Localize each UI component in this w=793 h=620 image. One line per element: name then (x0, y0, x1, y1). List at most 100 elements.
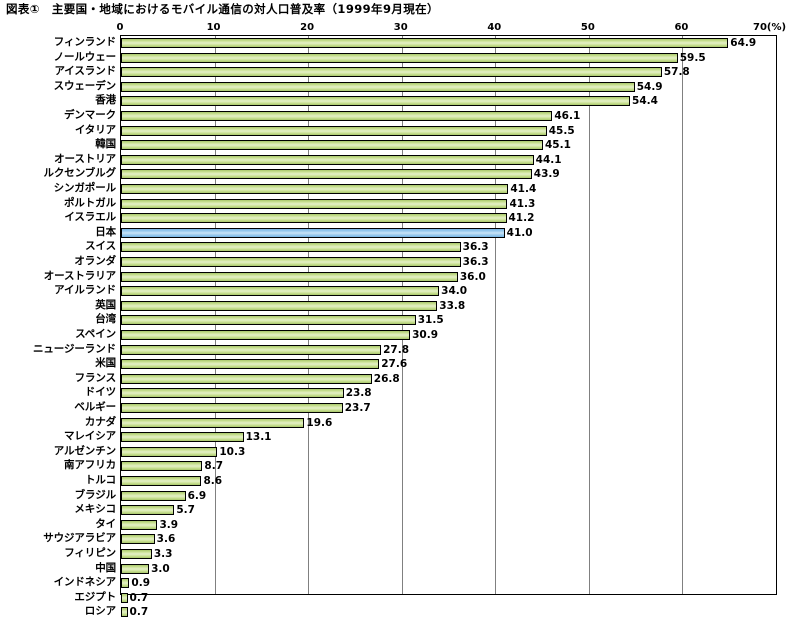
category-label: タイ (95, 517, 116, 530)
bar-row: 6.9 (121, 489, 776, 504)
category-label: スペイン (75, 328, 116, 340)
category-label: ロシア (84, 605, 116, 618)
category-label: 南アフリカ (64, 459, 116, 472)
bar-row: 23.7 (121, 401, 776, 416)
bar (121, 417, 305, 428)
bar-row: 41.2 (121, 211, 776, 226)
category-label: アルゼンチン (53, 444, 116, 457)
bar-highlighted (121, 227, 505, 238)
category-label: オーストラリア (43, 269, 116, 282)
category-label: ニュージーランド (33, 342, 116, 355)
bar-value-label: 41.3 (509, 197, 536, 210)
bar (121, 534, 155, 545)
bar-row: 13.1 (121, 430, 776, 445)
bar (121, 432, 244, 443)
bar-row: 36.0 (121, 270, 776, 285)
category-label: サウジアラビア (43, 532, 116, 545)
bar-value-label: 5.7 (176, 504, 195, 517)
x-axis-tick-label: 50 (580, 22, 595, 33)
bar-row: 44.1 (121, 153, 776, 168)
bar (121, 403, 343, 413)
bar (121, 81, 635, 92)
bar-value-label: 3.0 (151, 562, 170, 575)
bar-value-label: 36.3 (462, 241, 489, 254)
bar (121, 242, 461, 253)
bar (121, 96, 631, 107)
bar (121, 52, 678, 63)
bar-value-label: 54.4 (632, 95, 658, 108)
bar-row: 64.9 (121, 36, 776, 51)
category-label: デンマーク (64, 109, 116, 121)
bar-row: 19.6 (121, 416, 776, 431)
bar-row: 10.3 (121, 445, 776, 460)
bar (121, 300, 438, 311)
category-label: ポルトガル (64, 196, 116, 209)
bar-row: 46.1 (121, 109, 776, 124)
category-label: 香港 (95, 94, 116, 107)
bar-row: 3.6 (121, 532, 776, 547)
bar-rows: 64.9 59.5 57.8 54.9 54.4 46.1 45.5 45.1 44.1 43.9… (121, 36, 776, 618)
bar-row: 57.8 (121, 65, 776, 80)
page-title: 図表① 主要国・地域におけるモバイル通信の対人口普及率（1999年9月現在） (6, 2, 439, 16)
x-axis-tick-labels: 0 10 20 30 40 50 60 70(%) (0, 22, 793, 35)
category-label: メキシコ (74, 503, 116, 516)
bar-row: 41.4 (121, 182, 776, 197)
bar-row: 23.8 (121, 386, 776, 401)
bar-value-label: 0.7 (129, 591, 149, 604)
bar-value-label: 43.9 (533, 168, 560, 181)
bar-row: 27.6 (121, 357, 776, 372)
bar (121, 578, 130, 589)
bar (121, 344, 382, 355)
category-label: イタリア (74, 123, 116, 136)
bar (121, 446, 218, 457)
bar-value-label: 45.1 (545, 139, 571, 152)
bar-row: 27.8 (121, 343, 776, 358)
x-axis-tick-label: 30 (393, 22, 408, 33)
category-label: カナダ (84, 415, 116, 428)
category-label: アイスランド (54, 65, 116, 78)
category-label: 中国 (95, 561, 116, 574)
bar-value-label: 3.6 (156, 533, 176, 546)
bar (121, 519, 158, 530)
bar-row: 0.7 (121, 591, 776, 606)
bar (121, 111, 553, 121)
bar-value-label: 23.8 (345, 387, 372, 400)
bar (121, 388, 344, 399)
bar-row: 5.7 (121, 503, 776, 518)
bar-row: 41.3 (121, 197, 776, 212)
category-label: シンガポール (53, 182, 117, 194)
bar-value-label: 33.8 (439, 299, 466, 312)
category-label: ドイツ (84, 386, 116, 399)
x-axis-tick-label: 10 (206, 22, 221, 33)
bar (121, 330, 411, 340)
bar (121, 154, 534, 165)
category-label: ノールウェー (53, 50, 117, 63)
bar-value-label: 26.8 (373, 372, 400, 385)
category-label: アイルランド (54, 284, 116, 297)
category-label: フィンランド (53, 36, 116, 48)
bar (121, 198, 508, 209)
category-label: 台湾 (95, 313, 116, 326)
bar-value-label: 8.6 (203, 475, 223, 487)
bar-row: 33.8 (121, 299, 776, 314)
bar-row: 54.9 (121, 80, 776, 95)
bar-value-label: 64.9 (730, 37, 757, 49)
bar-row: 3.3 (121, 547, 776, 562)
bar-row: 59.5 (121, 51, 776, 66)
category-label: トルコ (85, 474, 116, 486)
bar-row: 30.9 (121, 328, 776, 343)
bar-value-label: 30.9 (412, 329, 439, 341)
x-axis-tick-label: 70(%) (753, 22, 787, 33)
bar-value-label: 3.9 (159, 518, 179, 531)
category-label: インドネシア (53, 576, 117, 589)
bar-value-label: 3.3 (153, 548, 173, 560)
bar-value-label: 10.3 (219, 445, 246, 458)
bar-row: 45.1 (121, 138, 776, 153)
chart-page: 図表① 主要国・地域におけるモバイル通信の対人口普及率（1999年9月現在） 0… (0, 0, 793, 618)
bar-row: 45.5 (121, 124, 776, 139)
bar (121, 125, 547, 136)
bar-value-label: 23.7 (344, 402, 371, 414)
category-label: フランス (74, 371, 116, 384)
x-axis-tick-label: 60 (674, 22, 689, 33)
bar (121, 461, 203, 472)
